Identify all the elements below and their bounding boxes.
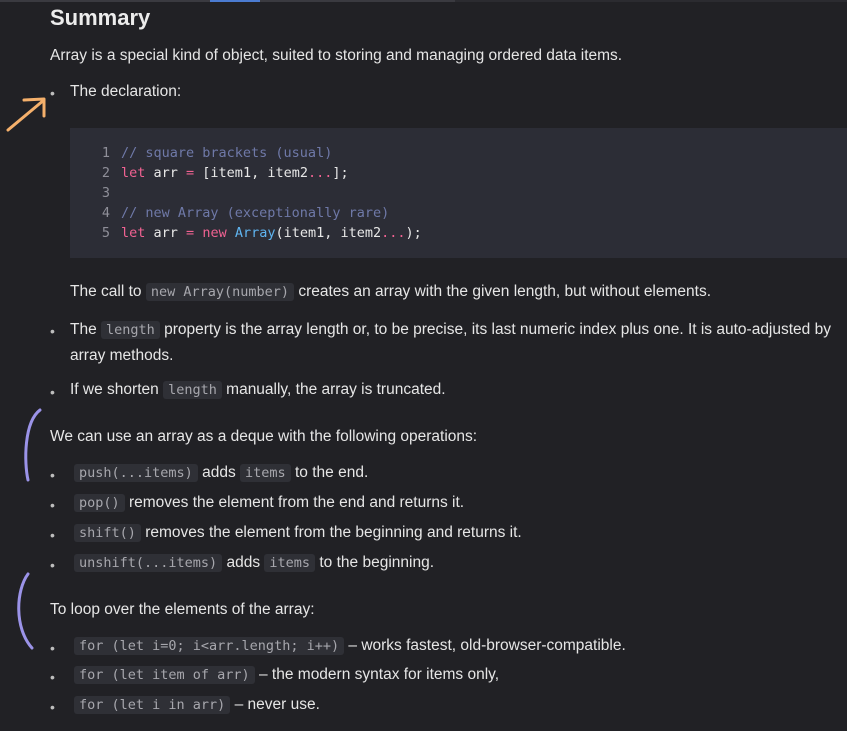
- inline-code: length: [163, 381, 222, 399]
- code-text: ];: [332, 165, 349, 181]
- line-number: 4: [101, 205, 110, 221]
- code-block: 1 // square brackets (usual) 2 let arr = […: [70, 128, 847, 258]
- code-line: 2 let arr = [item1, item2...];: [96, 165, 349, 181]
- code-comment: // new Array (exceptionally rare): [121, 205, 390, 221]
- loop-intro: To loop over the elements of the array:: [50, 601, 315, 618]
- loop-item-for-in: for (let i in arr) – never use.: [74, 696, 320, 714]
- loop-item-for-of: for (let item of arr) – the modern synta…: [74, 666, 499, 684]
- bullet: •: [50, 557, 55, 573]
- code-text: (item1, item2: [275, 225, 382, 241]
- code-line: 5 let arr = new Array(item1, item2...);: [96, 225, 422, 241]
- code-keyword: let: [121, 225, 146, 241]
- code-operator: =: [186, 165, 195, 181]
- code-text: [item1, item2: [194, 165, 308, 181]
- inline-code: push(...items): [74, 464, 198, 482]
- code-ellipsis: ...: [381, 225, 406, 241]
- bracket-annotation-loop: [17, 572, 34, 650]
- inline-code: unshift(...items): [74, 554, 223, 572]
- line-number: 1: [101, 145, 110, 161]
- deque-intro: We can use an array as a deque with the …: [50, 428, 478, 445]
- declaration-label: The declaration:: [70, 83, 182, 100]
- deque-op-pop: pop() removes the element from the end a…: [74, 494, 464, 512]
- bullet: •: [50, 323, 55, 339]
- shorten-item: If we shorten length manually, the array…: [70, 381, 446, 399]
- inline-code: for (let item of arr): [74, 666, 255, 684]
- page-title: Summary: [50, 5, 151, 30]
- inline-code: for (let i=0; i<arr.length; i++): [74, 637, 345, 655]
- code-text: arr: [145, 225, 187, 241]
- length-item: The length property is the array length …: [70, 321, 831, 364]
- code-operator: =: [186, 225, 195, 241]
- code-line: 4 // new Array (exceptionally rare): [96, 205, 389, 221]
- line-number: 2: [101, 165, 110, 181]
- bracket-annotation-deque: [24, 408, 42, 482]
- new-array-note: The call to new Array(number) creates an…: [70, 283, 712, 301]
- bullet: •: [50, 384, 55, 400]
- inline-code: items: [264, 554, 316, 572]
- code-keyword: new: [202, 225, 227, 241]
- bullet: •: [50, 85, 55, 101]
- top-progress-bar: [0, 0, 847, 2]
- deque-op-unshift: unshift(...items) adds items to the begi…: [74, 554, 434, 572]
- bullet: •: [50, 527, 55, 543]
- inline-code: items: [240, 464, 291, 482]
- bullet: •: [50, 497, 55, 513]
- code-comment: // square brackets (usual): [121, 145, 333, 161]
- bullet: •: [50, 699, 55, 715]
- loop-item-for: for (let i=0; i<arr.length; i++) – works…: [74, 637, 626, 655]
- code-keyword: let: [121, 165, 146, 181]
- code-text: );: [405, 225, 422, 241]
- code-line: 3: [96, 185, 121, 201]
- inline-code: new Array(number): [145, 283, 294, 301]
- deque-op-shift: shift() removes the element from the beg…: [74, 524, 522, 542]
- inline-code: pop(): [74, 494, 125, 512]
- bullet: •: [50, 669, 55, 685]
- code-text: arr: [145, 165, 187, 181]
- code-line: 1 // square brackets (usual): [96, 145, 332, 161]
- bullet: •: [50, 640, 55, 656]
- inline-code: shift(): [74, 524, 141, 542]
- intro-text: Array is a special kind of object, suite…: [50, 47, 623, 64]
- line-number: 3: [101, 185, 110, 201]
- deque-op-push: push(...items) adds items to the end.: [74, 464, 368, 482]
- line-number: 5: [101, 225, 110, 241]
- inline-code: length: [101, 321, 160, 339]
- code-type: Array: [234, 225, 276, 241]
- inline-code: for (let i in arr): [74, 696, 231, 714]
- bullet: •: [50, 467, 55, 483]
- code-ellipsis: ...: [307, 165, 333, 181]
